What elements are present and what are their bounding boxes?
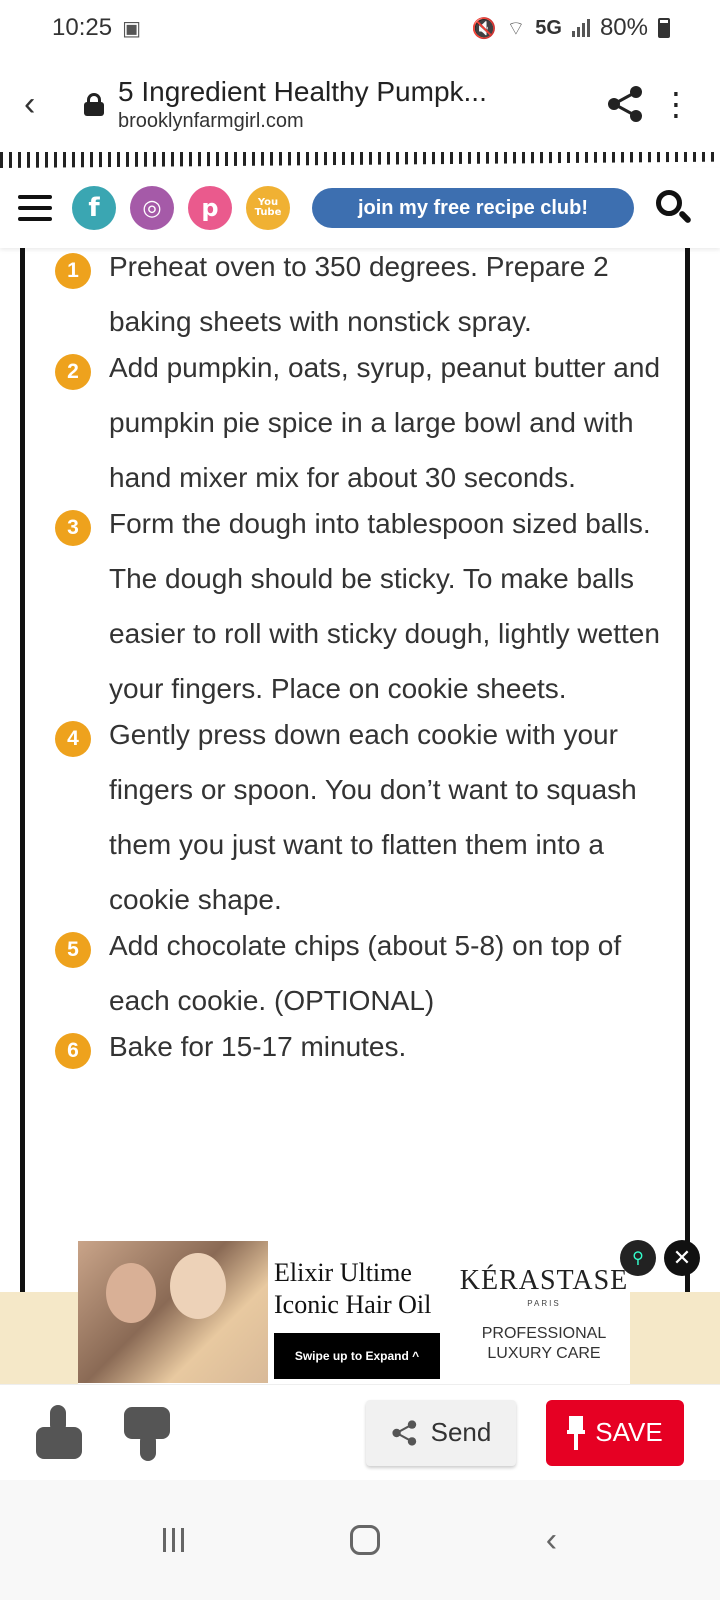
step-number-badge: 3: [55, 510, 91, 546]
ad-brand: KÉRASTASE PARIS PROFESSIONAL LUXURY CARE: [458, 1241, 630, 1383]
nav-back-icon[interactable]: ‹: [546, 1521, 557, 1560]
ad-background-right: [630, 1292, 720, 1384]
wifi-icon: ⌔: [506, 17, 526, 40]
url-display[interactable]: 5 Ingredient Healthy Pumpk... brooklynfa…: [118, 75, 596, 133]
notification-icon: ▣: [122, 17, 141, 40]
step-item: 2 Add pumpkin, oats, syrup, peanut butte…: [55, 349, 685, 505]
step-number-badge: 1: [55, 253, 91, 289]
decorative-border: [0, 152, 720, 168]
network-label: 5G: [535, 16, 562, 39]
step-item: 1 Preheat oven to 350 degrees. Prepare 2…: [55, 248, 685, 349]
ad-banner[interactable]: Elixir Ultime Iconic Hair Oil Swipe up t…: [78, 1241, 630, 1383]
brand-subtitle: PARIS: [527, 1299, 561, 1308]
step-item: 6 Bake for 15-17 minutes.: [55, 1028, 685, 1074]
step-number-badge: 5: [55, 932, 91, 968]
signal-icon: [571, 19, 590, 37]
pin-action-bar: Send SAVE: [0, 1384, 720, 1480]
instagram-icon[interactable]: ◎: [130, 186, 174, 230]
battery-icon: [658, 18, 670, 38]
step-item: 5 Add chocolate chips (about 5-8) on top…: [55, 927, 685, 1028]
recipe-instructions: 1 Preheat oven to 350 degrees. Prepare 2…: [20, 248, 690, 1293]
send-share-icon: [392, 1419, 416, 1446]
ad-headline-line2: Iconic Hair Oil: [274, 1290, 432, 1319]
brand-tagline: PROFESSIONAL LUXURY CARE: [482, 1324, 606, 1364]
step-item: 4 Gently press down each cookie with you…: [55, 716, 685, 927]
thumbs-up-icon[interactable]: [36, 1404, 82, 1461]
send-label: Send: [430, 1417, 492, 1447]
system-navigation-bar: ‹: [0, 1480, 720, 1600]
step-text: Add pumpkin, oats, syrup, peanut butter …: [109, 352, 661, 493]
domain-text: brooklynfarmgirl.com: [118, 109, 304, 132]
ad-choices-icon[interactable]: ⚲: [620, 1240, 656, 1276]
step-text: Form the dough into tablespoon sized bal…: [109, 508, 660, 704]
swipe-expand-button[interactable]: Swipe up to Expand ^: [274, 1333, 440, 1379]
home-icon[interactable]: [349, 1525, 380, 1555]
pushpin-icon: [567, 1415, 586, 1450]
thumbs-down-icon[interactable]: [124, 1405, 170, 1461]
status-right: 🔇 ⌔ 5G 80%: [472, 14, 670, 42]
back-arrow-icon[interactable]: ‹: [24, 85, 68, 124]
mute-icon: 🔇: [471, 17, 497, 40]
recipe-club-button[interactable]: join my free recipe club!: [312, 188, 634, 228]
step-item: 3 Form the dough into tablespoon sized b…: [55, 505, 685, 716]
youtube-icon[interactable]: You Tube: [246, 186, 290, 230]
recent-apps-icon[interactable]: [162, 1528, 184, 1552]
pinterest-icon[interactable]: p: [188, 186, 232, 230]
more-options-icon[interactable]: ⋮: [656, 85, 696, 123]
status-bar: 10:25 ▣ 🔇 ⌔ 5G 80%: [0, 0, 720, 56]
page-title: 5 Ingredient Healthy Pumpk...: [118, 76, 487, 108]
step-text: Gently press down each cookie with your …: [109, 719, 637, 915]
browser-toolbar: ‹ 5 Ingredient Healthy Pumpk... brooklyn…: [0, 56, 720, 152]
brand-logo: KÉRASTASE: [459, 1265, 629, 1296]
lock-icon[interactable]: [84, 93, 104, 116]
ad-copy: Elixir Ultime Iconic Hair Oil Swipe up t…: [268, 1241, 458, 1383]
save-button[interactable]: SAVE: [546, 1399, 684, 1466]
step-number-badge: 2: [55, 354, 91, 390]
brand-tagline-line1: PROFESSIONAL: [481, 1325, 607, 1342]
share-icon: [608, 86, 642, 122]
step-text: Add chocolate chips (about 5-8) on top o…: [109, 930, 622, 1016]
step-text: Bake for 15-17 minutes.: [109, 1031, 407, 1062]
status-left: 10:25 ▣: [52, 14, 141, 42]
step-number-badge: 4: [55, 721, 91, 757]
share-button[interactable]: [596, 84, 656, 124]
step-number-badge: 6: [55, 1033, 91, 1069]
close-ad-icon[interactable]: ✕: [664, 1240, 700, 1276]
facebook-icon[interactable]: f: [72, 186, 116, 230]
ad-headline-line1: Elixir Ultime: [274, 1258, 412, 1287]
save-label: SAVE: [595, 1417, 663, 1447]
send-button[interactable]: Send: [366, 1399, 516, 1466]
steps-list: 1 Preheat oven to 350 degrees. Prepare 2…: [25, 248, 685, 1074]
ad-background-left: [0, 1292, 78, 1384]
battery-level: 80%: [599, 14, 648, 41]
clock: 10:25: [52, 14, 113, 41]
brand-tagline-line2: LUXURY CARE: [487, 1345, 601, 1362]
step-text: Preheat oven to 350 degrees. Prepare 2 b…: [109, 251, 609, 337]
search-icon[interactable]: [654, 188, 694, 228]
hamburger-menu-icon[interactable]: [18, 195, 52, 221]
site-header: f ◎ p You Tube join my free recipe club!: [0, 168, 720, 248]
ad-product-image: [78, 1241, 268, 1383]
